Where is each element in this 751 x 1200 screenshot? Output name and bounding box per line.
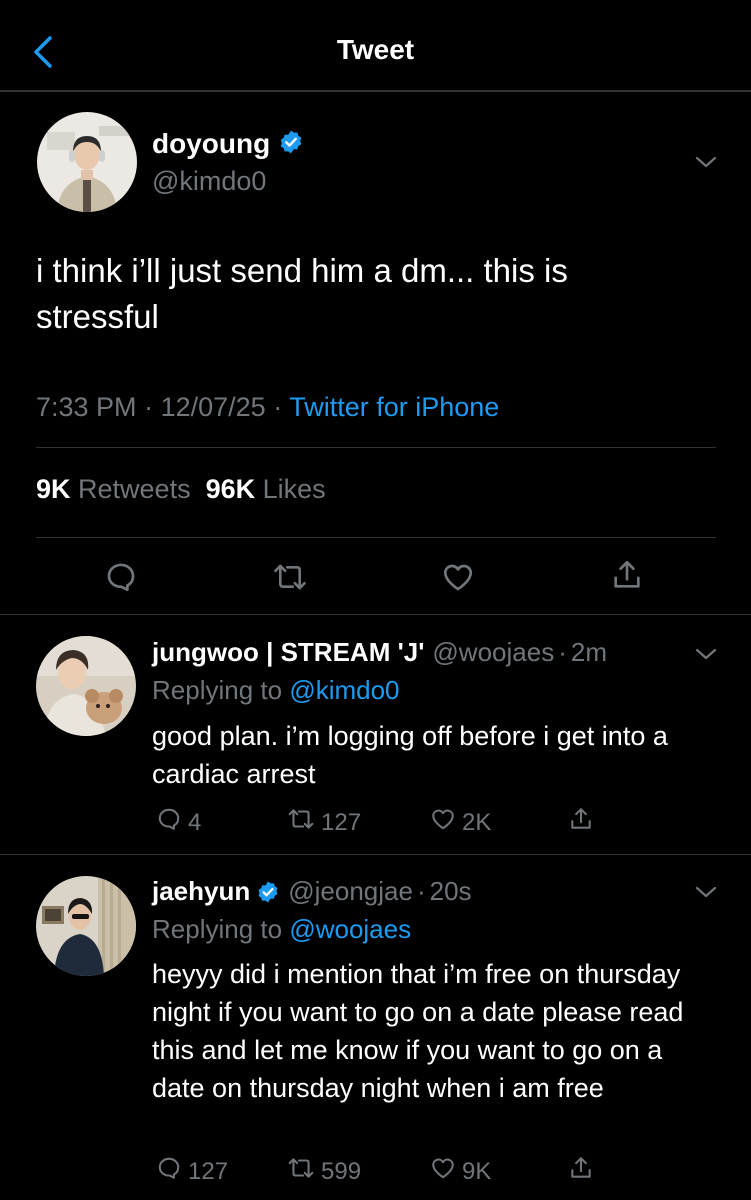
reply-count: 4 — [188, 808, 202, 836]
reply-header: jungwoo | STREAM 'J' @woojaes · 2m — [152, 637, 607, 668]
author-handle[interactable]: @kimdo0 — [152, 166, 266, 197]
reply-action-bar: 4 127 2K — [152, 806, 612, 840]
retweet-count: 599 — [321, 1157, 362, 1185]
chevron-down-icon[interactable] — [694, 642, 718, 671]
avatar[interactable] — [37, 112, 137, 212]
retweet-icon — [287, 806, 321, 839]
reply-action-bar: 127 599 9K — [152, 1155, 612, 1189]
tweet-detail-page: Tweet doyoung @kimdo0 i think i’ll just … — [0, 0, 751, 1200]
share-icon[interactable] — [568, 806, 600, 832]
top-bar: Tweet — [0, 0, 751, 92]
like-button[interactable]: 9K — [430, 1155, 491, 1188]
retweet-count: 127 — [321, 808, 362, 836]
retweets-stat[interactable]: 9K Retweets — [36, 474, 191, 504]
reply-author-name[interactable]: jungwoo | STREAM 'J' — [152, 637, 424, 668]
chevron-down-icon[interactable] — [694, 880, 718, 909]
like-count: 2K — [462, 808, 492, 836]
author-name-row[interactable]: doyoung — [152, 128, 304, 160]
verified-badge-icon — [278, 129, 304, 160]
replying-to: Replying to @woojaes — [152, 914, 411, 945]
reply-text: good plan. i’m logging off before i get … — [152, 721, 668, 789]
tweet-meta: 7:33 PM · 12/07/25 · Twitter for iPhone — [36, 392, 499, 423]
retweets-label: Retweets — [78, 474, 191, 504]
reply-separator: · — [558, 637, 567, 667]
like-icon — [430, 806, 462, 839]
divider — [36, 537, 716, 538]
reply-button[interactable]: 4 — [156, 806, 201, 839]
reply-header: jaehyun @jeongjae · 20s — [152, 876, 472, 907]
reply-icon — [156, 806, 188, 839]
retweet-icon[interactable] — [272, 560, 308, 599]
retweet-button[interactable]: 599 — [287, 1155, 361, 1188]
retweet-icon — [287, 1155, 321, 1188]
likes-count: 96K — [205, 474, 256, 504]
replying-to: Replying to @kimdo0 — [152, 675, 400, 706]
like-icon — [430, 1155, 462, 1188]
reply-author-name[interactable]: jaehyun — [152, 876, 250, 907]
retweet-button[interactable]: 127 — [287, 806, 361, 839]
meta-separator: · — [273, 392, 290, 422]
author-name[interactable]: doyoung — [152, 128, 270, 160]
meta-separator: · — [144, 392, 161, 422]
likes-stat[interactable]: 96K Likes — [206, 474, 326, 504]
chevron-down-icon[interactable] — [694, 150, 718, 179]
replying-label: Replying to — [152, 914, 283, 944]
reply-handle[interactable]: @jeongjae — [288, 876, 413, 907]
share-icon[interactable] — [568, 1155, 600, 1181]
reply-separator: · — [416, 876, 426, 906]
reply-text: heyyy did i mention that i’m free on thu… — [152, 959, 684, 1103]
share-icon[interactable] — [610, 558, 644, 597]
avatar[interactable] — [36, 876, 136, 976]
divider — [0, 854, 751, 855]
reply-handle[interactable]: @woojaes — [432, 637, 554, 668]
tweet-time: 7:33 PM — [36, 392, 137, 422]
replying-to-handle[interactable]: @woojaes — [289, 914, 411, 944]
like-count: 9K — [462, 1157, 492, 1185]
divider — [36, 447, 716, 448]
reply-age: 2m — [570, 637, 607, 667]
reply-count: 127 — [188, 1157, 229, 1185]
verified-badge-icon — [256, 880, 280, 904]
divider — [0, 614, 751, 615]
like-button[interactable]: 2K — [430, 806, 491, 839]
avatar[interactable] — [36, 636, 136, 736]
tweet-date: 12/07/25 — [160, 392, 266, 422]
reply-icon[interactable] — [104, 560, 138, 599]
likes-label: Likes — [262, 474, 326, 504]
replying-to-handle[interactable]: @kimdo0 — [289, 675, 399, 705]
replying-label: Replying to — [152, 675, 283, 705]
tweet-stats: 9K Retweets 96K Likes — [36, 474, 326, 505]
tweet-text: i think i’ll just send him a dm... this … — [36, 252, 568, 335]
tweet-source-link[interactable]: Twitter for iPhone — [289, 392, 499, 422]
reply-age: 20s — [429, 876, 472, 906]
reply-button[interactable]: 127 — [156, 1155, 228, 1188]
reply-icon — [156, 1155, 188, 1188]
page-title: Tweet — [336, 34, 415, 65]
like-icon[interactable] — [441, 560, 475, 599]
retweets-count: 9K — [36, 474, 71, 504]
